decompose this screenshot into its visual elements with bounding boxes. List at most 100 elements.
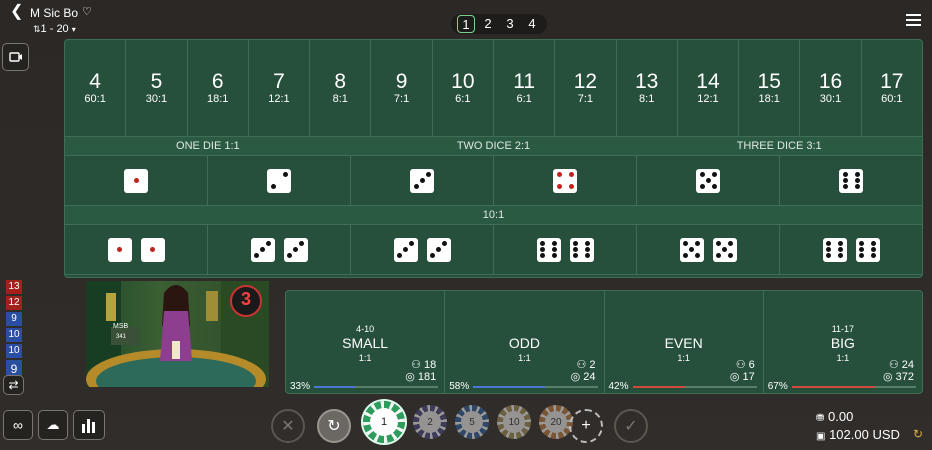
side-bet-odd[interactable]: ODD 1:1 ⚇ 2 ◎ 24 58%	[445, 291, 605, 393]
die-6-icon	[536, 237, 561, 262]
combination-bet[interactable]	[351, 225, 494, 274]
history-result: 10	[6, 344, 22, 358]
menu-icon[interactable]	[906, 14, 921, 29]
die-5-icon	[712, 237, 737, 262]
die-3-icon	[410, 168, 434, 193]
chip-value: 20	[545, 411, 567, 433]
tab-4[interactable]: 4	[523, 15, 541, 33]
total-bet-15[interactable]: 15 18:1	[739, 40, 801, 136]
swap-icon: ⇄	[8, 378, 19, 392]
bet-total: ◎ 181	[405, 370, 436, 383]
switch-view-button[interactable]: ⇄	[3, 375, 24, 395]
total-number: 8	[334, 70, 347, 93]
total-bet-10[interactable]: 10 6:1	[433, 40, 494, 136]
bet-amount: ⛃ 0.00	[816, 409, 854, 424]
bet-range: 11-17	[831, 324, 855, 334]
total-number: 11	[513, 70, 536, 93]
total-bet-12[interactable]: 12 7:1	[555, 40, 617, 136]
total-payout: 8:1	[332, 93, 348, 105]
chip-5[interactable]: 5	[455, 405, 489, 439]
side-bet-big[interactable]: 11-17 BIG 1:1 ⚇ 24 ◎ 372 67%	[764, 291, 922, 393]
statistics-button[interactable]	[73, 410, 105, 440]
bet-limits[interactable]: ⇅1 - 20 ▾	[33, 23, 76, 35]
tab-3[interactable]: 3	[501, 15, 519, 33]
chip-1[interactable]: 1	[363, 401, 405, 443]
percentage-bar	[791, 386, 916, 388]
die-4-icon	[553, 168, 577, 193]
video-toggle-button[interactable]	[2, 43, 29, 71]
repeat-icon: ↻	[327, 418, 341, 435]
single-die-bet-1[interactable]	[65, 156, 208, 205]
bet-percentage: 42%	[608, 381, 629, 392]
die-1-icon	[124, 168, 148, 193]
total-payout: 30:1	[145, 93, 168, 105]
combination-row	[65, 225, 922, 275]
tab-1[interactable]: 1	[457, 15, 475, 33]
totals-row: 4 60:1 5 30:1 6 18:1 7 12:1 8 8:1 9 7:1 10 6:1 11 6:1 12…	[65, 40, 922, 137]
bet-total-value: 181	[417, 371, 437, 383]
die-6-icon	[855, 237, 880, 262]
total-payout: 6:1	[516, 93, 532, 105]
back-icon[interactable]: ❮	[10, 4, 23, 20]
combination-bet[interactable]	[208, 225, 351, 274]
side-bet-even[interactable]: EVEN 1:1 ⚇ 6 ◎ 17 42%	[605, 291, 764, 393]
single-die-bet-5[interactable]	[637, 156, 780, 205]
chip-10[interactable]: 10	[497, 405, 531, 439]
wallet-icon: ▣	[816, 431, 826, 442]
bet-name: EVEN	[664, 335, 703, 351]
bet-percentage: 33%	[290, 381, 311, 392]
single-die-bet-3[interactable]	[351, 156, 494, 205]
total-bet-4[interactable]: 4 60:1	[65, 40, 127, 136]
undo-cancel-button[interactable]: ✕	[271, 409, 305, 443]
total-number: 6	[211, 70, 224, 93]
bet-stack-icon: ⛃	[816, 413, 825, 424]
combination-bet[interactable]	[494, 225, 637, 274]
table-tabs: 1234	[451, 14, 547, 34]
single-die-bet-4[interactable]	[494, 156, 637, 205]
die-3-icon	[283, 237, 308, 262]
total-bet-9[interactable]: 9 7:1	[371, 40, 433, 136]
die-1-icon	[107, 237, 132, 262]
die-6-icon	[822, 237, 847, 262]
chip-20[interactable]: 20	[539, 405, 573, 439]
coin-icon: ◎	[729, 371, 743, 383]
repeat-button[interactable]: ↻	[317, 409, 351, 443]
total-number: 16	[818, 70, 843, 93]
combination-bet[interactable]	[637, 225, 780, 274]
single-die-bet-2[interactable]	[208, 156, 351, 205]
three-dice-label: THREE DICE 3:1	[736, 140, 822, 152]
total-bet-13[interactable]: 13 8:1	[617, 40, 678, 136]
chip-value: 10	[503, 411, 525, 433]
die-6-icon	[839, 168, 863, 193]
favorite-heart-icon[interactable]: ♡	[82, 5, 92, 18]
close-icon: ✕	[281, 418, 295, 435]
total-payout: 12:1	[268, 93, 290, 105]
add-chip-button[interactable]: +	[569, 409, 603, 443]
total-bet-6[interactable]: 6 18:1	[188, 40, 249, 136]
currency-switch-icon[interactable]: ↻	[913, 427, 923, 441]
total-number: 7	[273, 70, 285, 93]
total-bet-16[interactable]: 16 30:1	[800, 40, 862, 136]
total-bet-14[interactable]: 14 12:1	[678, 40, 740, 136]
tab-2[interactable]: 2	[479, 15, 497, 33]
total-bet-8[interactable]: 8 8:1	[310, 40, 372, 136]
combination-bet[interactable]	[780, 225, 922, 274]
link-button[interactable]: ∞	[3, 410, 33, 440]
chip-value: 5	[461, 411, 483, 433]
bet-percentage: 58%	[449, 381, 470, 392]
chip-2[interactable]: 2	[413, 405, 447, 439]
total-bet-5[interactable]: 5 30:1	[126, 40, 188, 136]
history-result: 10	[6, 328, 22, 342]
side-bet-small[interactable]: 4-10 SMALL 1:1 ⚇ 18 ◎ 181 33%	[286, 291, 446, 393]
single-die-bet-6[interactable]	[780, 156, 922, 205]
die-5-icon	[679, 237, 704, 262]
confirm-button[interactable]: ✓	[614, 409, 648, 443]
coin-icon: ◎	[882, 371, 896, 383]
total-bet-7[interactable]: 7 12:1	[249, 40, 311, 136]
combination-bet[interactable]	[65, 225, 208, 274]
chat-button[interactable]: ☁	[38, 410, 68, 440]
die-5-icon	[696, 168, 720, 193]
total-number: 14	[696, 70, 720, 93]
total-bet-11[interactable]: 11 6:1	[494, 40, 556, 136]
total-bet-17[interactable]: 17 60:1	[862, 40, 922, 136]
